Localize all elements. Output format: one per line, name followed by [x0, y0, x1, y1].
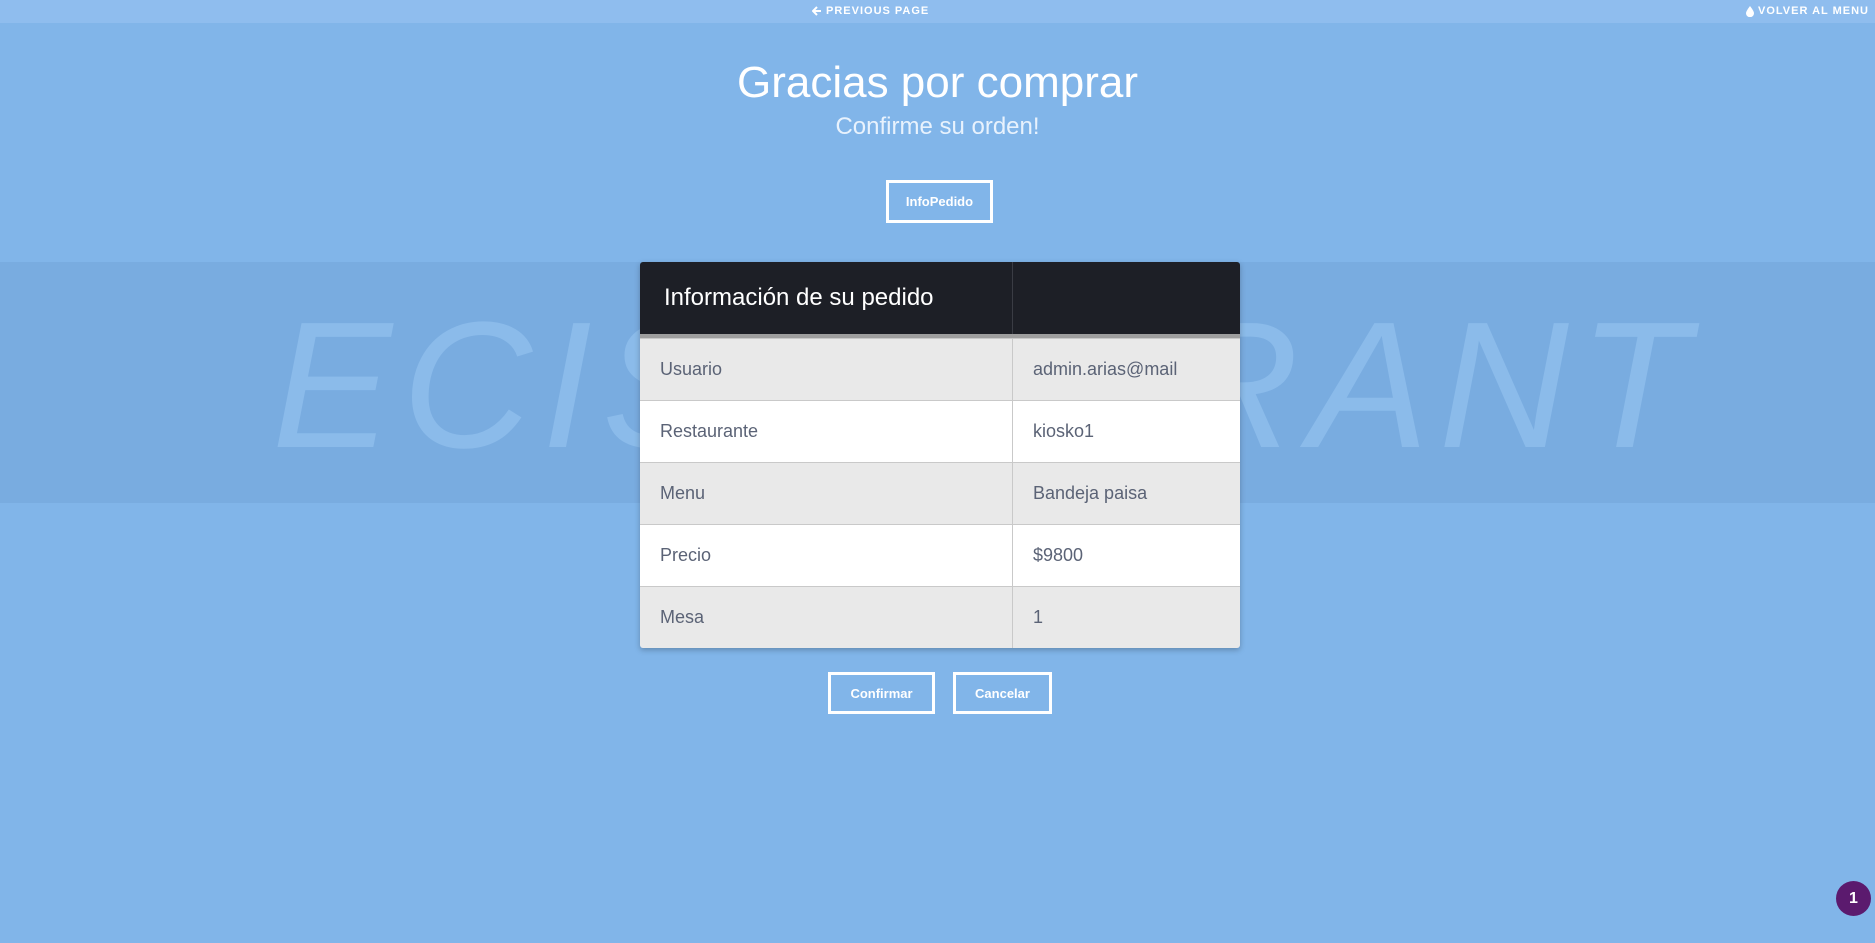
- confirm-button[interactable]: Confirmar: [828, 672, 935, 714]
- order-info-table: Información de su pedido Usuario admin.a…: [640, 262, 1240, 648]
- table-header: Información de su pedido: [640, 262, 1240, 338]
- row-label: Mesa: [640, 587, 1013, 648]
- row-value: $9800: [1033, 545, 1084, 565]
- table-heading: Información de su pedido: [640, 262, 1013, 334]
- page-subtitle: Confirme su orden!: [835, 113, 1040, 140]
- row-value: admin.arias@mail: [1033, 359, 1178, 379]
- table-row-usuario: Usuario admin.arias@mail: [640, 338, 1240, 400]
- arrow-left-icon: [812, 6, 822, 16]
- row-value: Bandeja paisa: [1033, 483, 1148, 503]
- row-label: Menu: [640, 463, 1013, 524]
- previous-page-link[interactable]: PREVIOUS PAGE: [812, 5, 929, 17]
- table-heading-empty-cell: [1013, 262, 1240, 334]
- cancel-button[interactable]: Cancelar: [953, 672, 1052, 714]
- drop-icon: [1746, 5, 1755, 17]
- table-row-restaurante: Restaurante kiosko1: [640, 400, 1240, 462]
- back-to-menu-label: VOLVER AL MENU: [1758, 5, 1869, 17]
- row-label: Restaurante: [640, 401, 1013, 462]
- table-row-menu: Menu Bandeja paisa: [640, 462, 1240, 524]
- table-row-precio: Precio $9800: [640, 524, 1240, 586]
- top-navigation-bar: PREVIOUS PAGE VOLVER AL MENU: [0, 0, 1875, 23]
- table-row-mesa: Mesa 1: [640, 586, 1240, 648]
- info-pedido-button[interactable]: InfoPedido: [886, 180, 993, 223]
- previous-page-label: PREVIOUS PAGE: [826, 5, 930, 17]
- back-to-menu-link[interactable]: VOLVER AL MENU: [1746, 5, 1869, 17]
- row-label: Usuario: [640, 339, 1013, 400]
- row-value: kiosko1: [1033, 421, 1095, 441]
- page-title: Gracias por comprar: [736, 58, 1138, 107]
- row-value: 1: [1033, 607, 1044, 627]
- notification-badge[interactable]: 1: [1836, 881, 1871, 916]
- row-label: Precio: [640, 525, 1013, 586]
